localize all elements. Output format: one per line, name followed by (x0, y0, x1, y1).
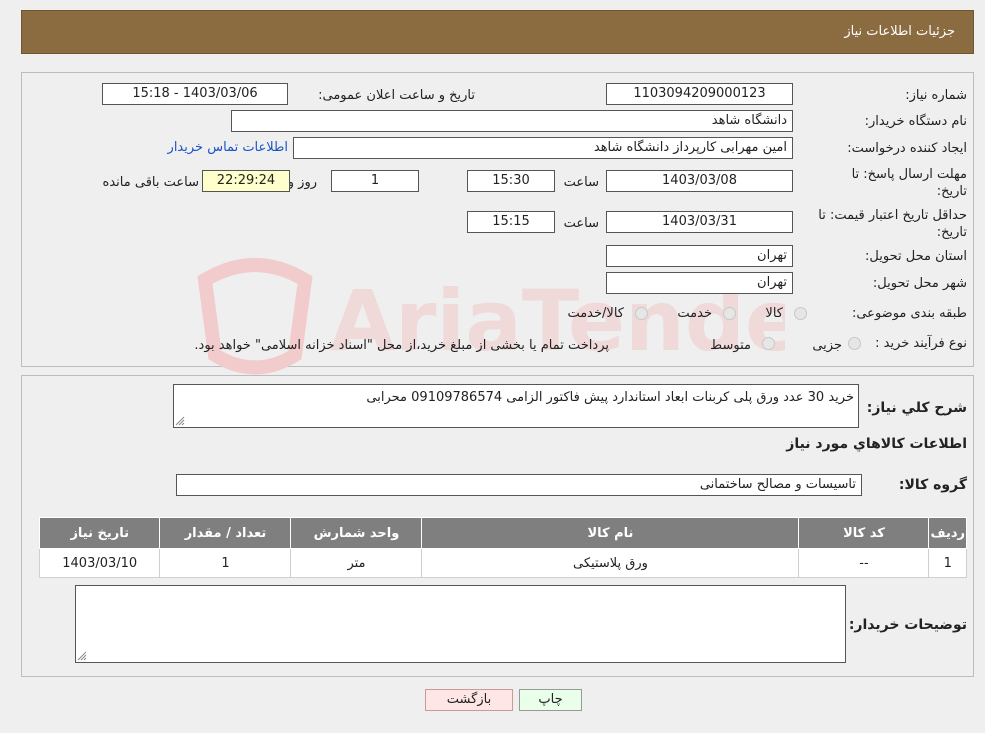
category-goods-service-label: کالا/خدمت (567, 306, 624, 321)
col-quantity: تعداد / مقدار (159, 517, 292, 549)
category-goods-label: کالا (765, 306, 783, 321)
description-textarea[interactable]: خرید 30 عدد ورق پلی کربنات ابعاد استاندا… (173, 384, 859, 428)
buyer-notes-label: توضیحات خریدار: (848, 617, 967, 633)
province-label: استان محل تحویل: (865, 249, 967, 264)
buyer-org-field: دانشگاه شاهد (231, 110, 793, 132)
cell-code: -- (798, 548, 930, 578)
goods-table: ردیف کد کالا نام کالا واحد شمارش تعداد /… (38, 517, 967, 578)
page-title: جزئیات اطلاعات نیاز (844, 24, 955, 39)
process-label: نوع فرآیند خرید : (875, 336, 967, 351)
col-unit: واحد شمارش (290, 517, 423, 549)
cell-row: 1 (928, 548, 967, 578)
goods-table-header: ردیف کد کالا نام کالا واحد شمارش تعداد /… (38, 517, 967, 549)
description-label: شرح کلي نياز: (866, 400, 967, 416)
deadline-time-field: 15:30 (467, 170, 555, 192)
deadline-date-field: 1403/03/08 (606, 170, 793, 192)
deadline-time-label: ساعت (563, 175, 599, 190)
validity-time-label: ساعت (563, 216, 599, 231)
need-number-label: شماره نیاز: (905, 88, 967, 103)
days-label: روز و (287, 175, 317, 190)
goods-group-label: گروه کالا: (898, 477, 967, 493)
buyer-contact-link[interactable]: اطلاعات تماس خریدار (168, 140, 288, 156)
process-minor-radio[interactable] (848, 337, 861, 350)
validity-date-field: 1403/03/31 (606, 211, 793, 233)
province-field: تهران (606, 245, 793, 267)
announce-label: تاریخ و ساعت اعلان عمومی: (318, 88, 475, 103)
validity-time-field: 15:15 (467, 211, 555, 233)
need-number-field: 1103094209000123 (606, 83, 793, 105)
cell-unit: متر (290, 548, 423, 578)
col-name: نام کالا (421, 517, 800, 549)
cell-name: ورق پلاستیکی (421, 548, 800, 578)
deadline-label-line1: مهلت ارسال پاسخ: تا (851, 167, 967, 182)
validity-label-line2: تاریخ: (936, 225, 967, 240)
resize-grip-icon[interactable] (77, 651, 87, 661)
announce-field: 1403/03/06 - 15:18 (102, 83, 288, 105)
col-code: کد کالا (798, 517, 930, 549)
process-minor-label: جزیی (812, 338, 842, 353)
category-label: طبقه بندی موضوعی: (851, 306, 967, 321)
validity-label-line1: حداقل تاریخ اعتبار قیمت: تا (818, 208, 967, 223)
process-medium-radio[interactable] (762, 337, 775, 350)
goods-section-title: اطلاعات کالاهاي مورد نياز (786, 436, 967, 452)
resize-grip-icon[interactable] (175, 416, 185, 426)
description-text: خرید 30 عدد ورق پلی کربنات ابعاد استاندا… (366, 390, 854, 405)
category-service-label: خدمت (677, 306, 712, 321)
category-service-radio[interactable] (723, 307, 736, 320)
category-goods-service-radio[interactable] (635, 307, 648, 320)
cell-quantity: 1 (159, 548, 292, 578)
days-field: 1 (331, 170, 419, 192)
print-button[interactable]: چاپ (519, 689, 582, 711)
buyer-notes-textarea[interactable] (75, 585, 846, 663)
process-treasury-note: پرداخت تمام یا بخشی از مبلغ خرید،از محل … (194, 338, 609, 353)
remaining-label: ساعت باقی مانده (102, 175, 199, 190)
col-row: ردیف (928, 517, 967, 549)
table-row: 1 -- ورق پلاستیکی متر 1 1403/03/10 (38, 548, 967, 578)
remaining-time-field: 22:29:24 (202, 170, 290, 192)
validity-label: حداقل تاریخ اعتبار قیمت: تا تاریخ: (818, 207, 967, 241)
deadline-label: مهلت ارسال پاسخ: تا تاریخ: (852, 166, 967, 200)
requester-label: ایجاد کننده درخواست: (847, 141, 967, 156)
back-button[interactable]: بازگشت (425, 689, 513, 711)
goods-table-wrapper: ردیف کد کالا نام کالا واحد شمارش تعداد /… (38, 517, 967, 578)
category-goods-radio[interactable] (794, 307, 807, 320)
deadline-label-line2: تاریخ: (936, 184, 967, 199)
city-field: تهران (606, 272, 793, 294)
col-need-date: تاریخ نیاز (38, 517, 161, 549)
city-label: شهر محل تحویل: (872, 276, 967, 291)
buyer-org-label: نام دستگاه خریدار: (864, 114, 967, 129)
cell-need-date: 1403/03/10 (38, 548, 161, 578)
process-medium-label: متوسط (710, 338, 751, 353)
page-header: جزئیات اطلاعات نیاز (21, 10, 974, 54)
requester-field: امین مهرابی کارپرداز دانشگاه شاهد (293, 137, 793, 159)
goods-group-field: تاسیسات و مصالح ساختمانی (176, 474, 862, 496)
